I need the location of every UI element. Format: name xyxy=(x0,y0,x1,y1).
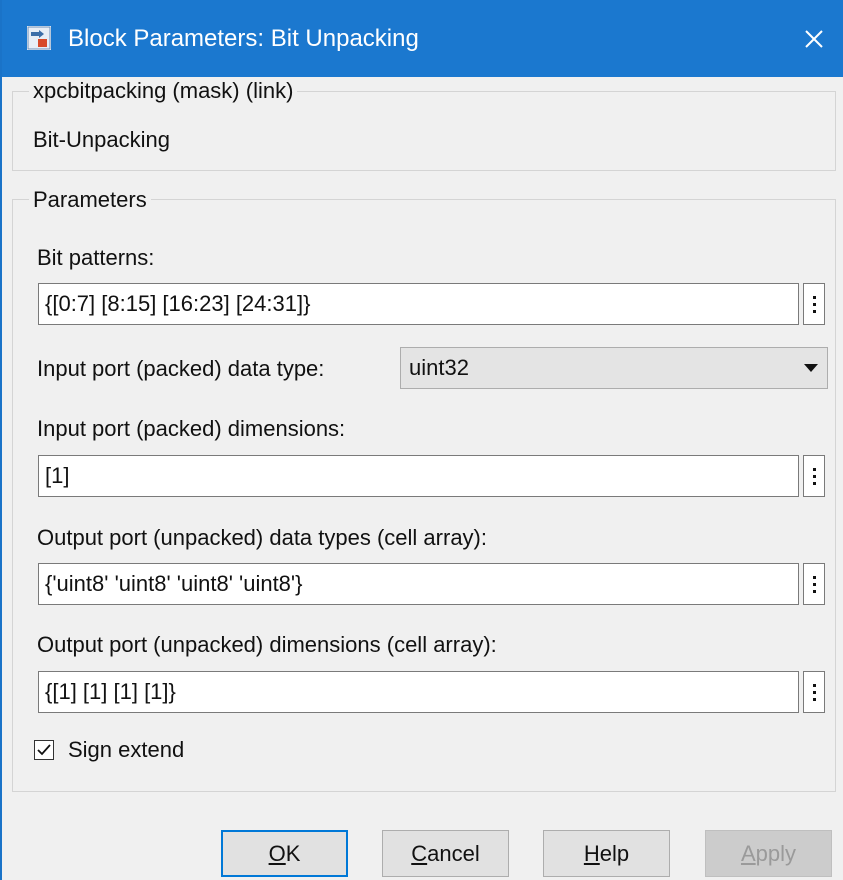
ok-button[interactable]: OK xyxy=(221,830,348,877)
more-options-icon xyxy=(812,295,816,313)
window-title: Block Parameters: Bit Unpacking xyxy=(68,25,419,52)
input-dims-label: Input port (packed) dimensions: xyxy=(37,416,346,441)
more-options-icon xyxy=(812,467,816,485)
more-options-icon xyxy=(812,575,816,593)
output-types-input[interactable]: {'uint8' 'uint8' 'uint8' 'uint8'} xyxy=(38,563,799,605)
input-type-value: uint32 xyxy=(409,355,469,380)
simulink-block-icon xyxy=(27,26,51,50)
sign-extend-label[interactable]: Sign extend xyxy=(68,737,184,763)
title-bar: Block Parameters: Bit Unpacking xyxy=(2,0,843,77)
output-dims-more-button[interactable] xyxy=(803,671,825,713)
close-button[interactable] xyxy=(783,0,843,77)
output-types-label: Output port (unpacked) data types (cell … xyxy=(37,525,487,550)
output-dims-label: Output port (unpacked) dimensions (cell … xyxy=(37,632,497,657)
input-dims-more-button[interactable] xyxy=(803,455,825,497)
block-parameters-dialog: Block Parameters: Bit Unpacking xpcbitpa… xyxy=(0,0,843,880)
cancel-button[interactable]: Cancel xyxy=(382,830,509,877)
checkmark-icon xyxy=(37,744,51,756)
input-type-select[interactable]: uint32 xyxy=(400,347,828,389)
help-button[interactable]: Help xyxy=(543,830,670,877)
bit-patterns-input[interactable]: {[0:7] [8:15] [16:23] [24:31]} xyxy=(38,283,799,325)
sign-extend-checkbox[interactable] xyxy=(34,740,54,760)
input-dims-input[interactable]: [1] xyxy=(38,455,799,497)
input-type-label: Input port (packed) data type: xyxy=(37,356,325,381)
bit-patterns-label: Bit patterns: xyxy=(37,245,155,270)
mask-description: Bit-Unpacking xyxy=(33,127,170,152)
apply-button: Apply xyxy=(705,830,832,877)
mask-legend: xpcbitpacking (mask) (link) xyxy=(29,78,298,104)
close-icon xyxy=(805,29,823,48)
output-types-more-button[interactable] xyxy=(803,563,825,605)
chevron-down-icon xyxy=(804,364,818,372)
more-options-icon xyxy=(812,683,816,701)
bit-patterns-more-button[interactable] xyxy=(803,283,825,325)
output-dims-input[interactable]: {[1] [1] [1] [1]} xyxy=(38,671,799,713)
parameters-legend: Parameters xyxy=(29,187,151,213)
